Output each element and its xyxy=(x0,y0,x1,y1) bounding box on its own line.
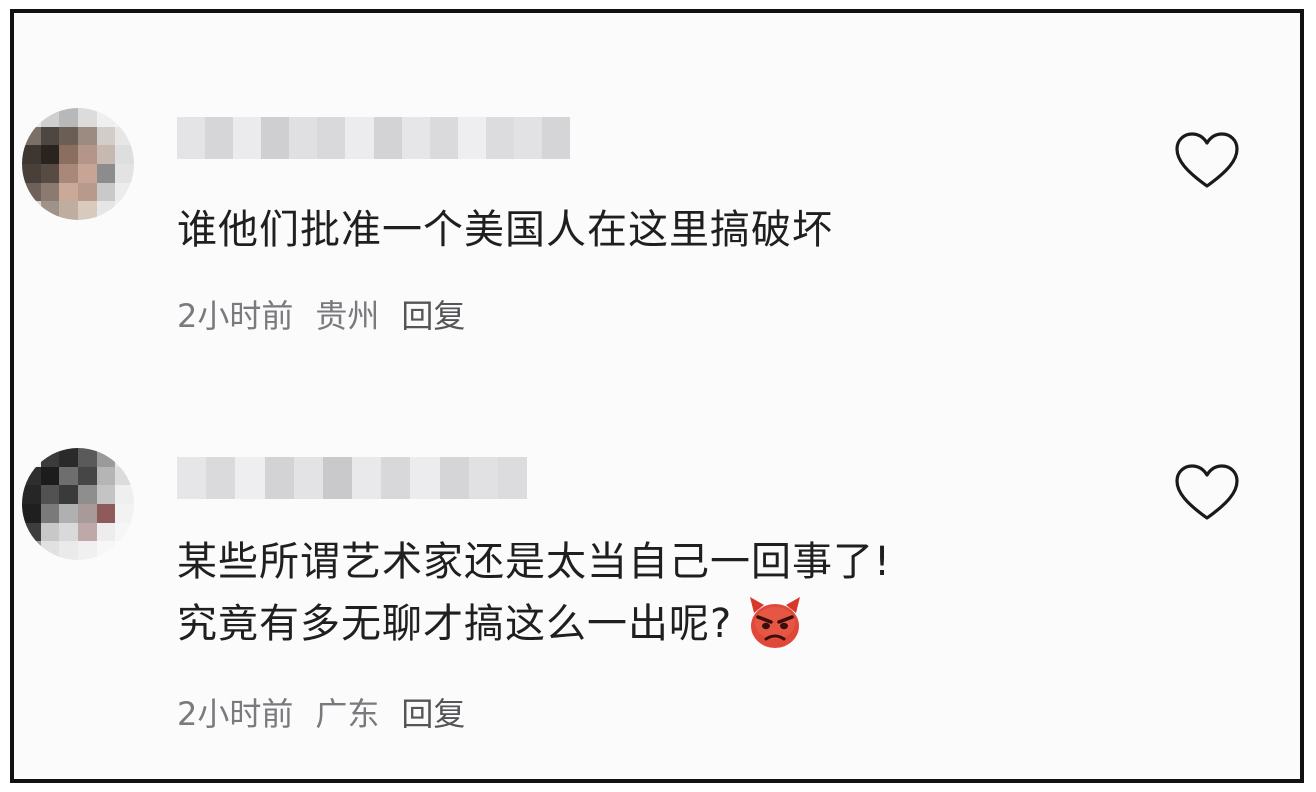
comment-text-line: 某些所谓艺术家还是太当自己一回事了! xyxy=(177,539,892,585)
avatar[interactable] xyxy=(22,448,134,560)
comment-text: 谁他们批准一个美国人在这里搞破坏 xyxy=(177,199,833,261)
heart-icon[interactable] xyxy=(1174,463,1240,523)
comment-text: 某些所谓艺术家还是太当自己一回事了! 究竟有多无聊才搞这么一出呢? xyxy=(177,531,891,655)
reply-button[interactable]: 回复 xyxy=(401,695,465,733)
reply-button[interactable]: 回复 xyxy=(401,297,465,335)
username-blurred[interactable] xyxy=(177,457,528,499)
comment-item: 某些所谓艺术家还是太当自己一回事了! 究竟有多无聊才搞这么一出呢? 2小时前 广东… xyxy=(14,433,1300,733)
comment-text-line: 谁他们批准一个美国人在这里搞破坏 xyxy=(177,207,833,253)
comment-text-line: 究竟有多无聊才搞这么一出呢? xyxy=(177,593,891,655)
heart-icon[interactable] xyxy=(1174,131,1240,191)
avatar[interactable] xyxy=(22,108,134,220)
comment-meta: 2小时前 广东 回复 xyxy=(177,689,487,735)
comment-item: 谁他们批准一个美国人在这里搞破坏 2小时前 贵州 回复 xyxy=(14,93,1300,335)
angry-devil-emoji-icon xyxy=(750,597,801,648)
comment-location: 广东 xyxy=(315,695,380,733)
comment-time: 2小时前 xyxy=(177,297,294,335)
comment-meta: 2小时前 贵州 回复 xyxy=(177,291,487,337)
username-blurred[interactable] xyxy=(177,117,571,159)
screenshot-frame: 谁他们批准一个美国人在这里搞破坏 2小时前 贵州 回复 某些所谓艺术家还是太当自己一… xyxy=(10,9,1304,783)
comment-location: 贵州 xyxy=(315,297,380,335)
comment-time: 2小时前 xyxy=(177,695,294,733)
